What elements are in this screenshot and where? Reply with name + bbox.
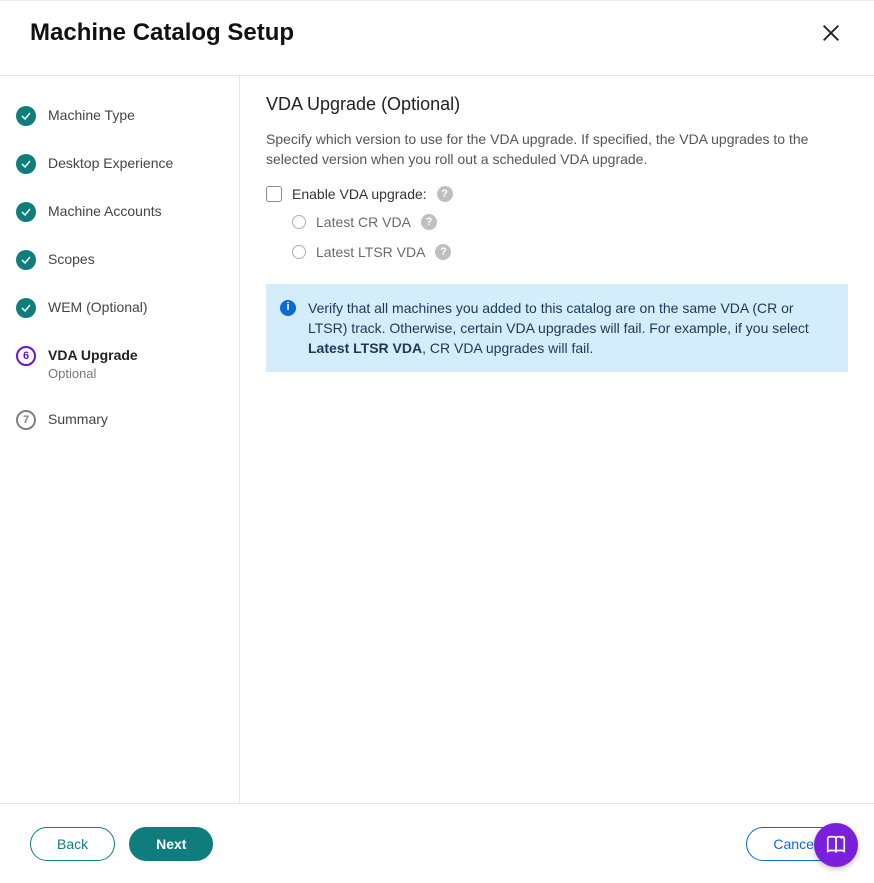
step-machine-accounts[interactable]: Machine Accounts (16, 196, 223, 244)
close-button[interactable] (818, 20, 844, 46)
check-circle-icon (16, 106, 36, 126)
content-description: Specify which version to use for the VDA… (266, 129, 848, 170)
help-icon[interactable]: ? (437, 186, 453, 202)
check-circle-icon (16, 298, 36, 318)
check-circle-icon (16, 154, 36, 174)
help-icon[interactable]: ? (435, 244, 451, 260)
info-text: Verify that all machines you added to th… (308, 298, 832, 359)
step-label: Summary (48, 410, 108, 429)
check-circle-icon (16, 250, 36, 270)
current-step-number-icon: 6 (16, 346, 36, 366)
check-circle-icon (16, 202, 36, 222)
info-callout: i Verify that all machines you added to … (266, 284, 848, 373)
step-label: Machine Type (48, 106, 135, 125)
info-text-bold: Latest LTSR VDA (308, 340, 422, 356)
step-vda-upgrade[interactable]: 6 VDA Upgrade Optional (16, 340, 223, 404)
back-button[interactable]: Back (30, 827, 115, 861)
enable-vda-upgrade-row: Enable VDA upgrade: ? (266, 186, 848, 202)
step-label: Machine Accounts (48, 202, 162, 221)
next-button[interactable]: Next (129, 827, 213, 861)
radio-latest-ltsr-row: Latest LTSR VDA ? (292, 244, 848, 260)
step-label: Scopes (48, 250, 95, 269)
upcoming-step-number-icon: 7 (16, 410, 36, 430)
vda-track-radio-group: Latest CR VDA ? Latest LTSR VDA ? (292, 214, 848, 260)
step-wem-optional[interactable]: WEM (Optional) (16, 292, 223, 340)
page-title: Machine Catalog Setup (30, 19, 294, 47)
wizard-steps: Machine Type Desktop Experience Machine … (0, 76, 240, 818)
radio-latest-cr[interactable] (292, 215, 306, 229)
step-main-label: VDA Upgrade (48, 346, 138, 365)
help-fab[interactable] (814, 823, 858, 867)
dialog-header: Machine Catalog Setup (0, 1, 874, 75)
step-summary[interactable]: 7 Summary (16, 404, 223, 436)
radio-latest-ltsr[interactable] (292, 245, 306, 259)
content-panel: VDA Upgrade (Optional) Specify which ver… (240, 76, 874, 818)
step-desktop-experience[interactable]: Desktop Experience (16, 148, 223, 196)
step-sub-label: Optional (48, 365, 138, 383)
radio-latest-cr-row: Latest CR VDA ? (292, 214, 848, 230)
help-icon[interactable]: ? (421, 214, 437, 230)
dialog-footer: Back Next Cancel (0, 803, 874, 883)
dialog-body: Machine Type Desktop Experience Machine … (0, 76, 874, 818)
guide-icon (825, 834, 847, 856)
close-icon (820, 22, 842, 44)
info-text-pre: Verify that all machines you added to th… (308, 300, 809, 336)
content-heading: VDA Upgrade (Optional) (266, 94, 848, 115)
info-icon: i (280, 300, 296, 316)
step-machine-type[interactable]: Machine Type (16, 100, 223, 148)
step-label: Desktop Experience (48, 154, 173, 173)
enable-vda-upgrade-checkbox[interactable] (266, 186, 282, 202)
radio-latest-ltsr-label: Latest LTSR VDA (316, 244, 425, 260)
enable-vda-upgrade-label: Enable VDA upgrade: (292, 186, 427, 202)
radio-latest-cr-label: Latest CR VDA (316, 214, 411, 230)
step-label: WEM (Optional) (48, 298, 148, 317)
step-scopes[interactable]: Scopes (16, 244, 223, 292)
info-text-post: , CR VDA upgrades will fail. (422, 340, 593, 356)
step-label: VDA Upgrade Optional (48, 346, 138, 382)
footer-left-group: Back Next (30, 827, 213, 861)
